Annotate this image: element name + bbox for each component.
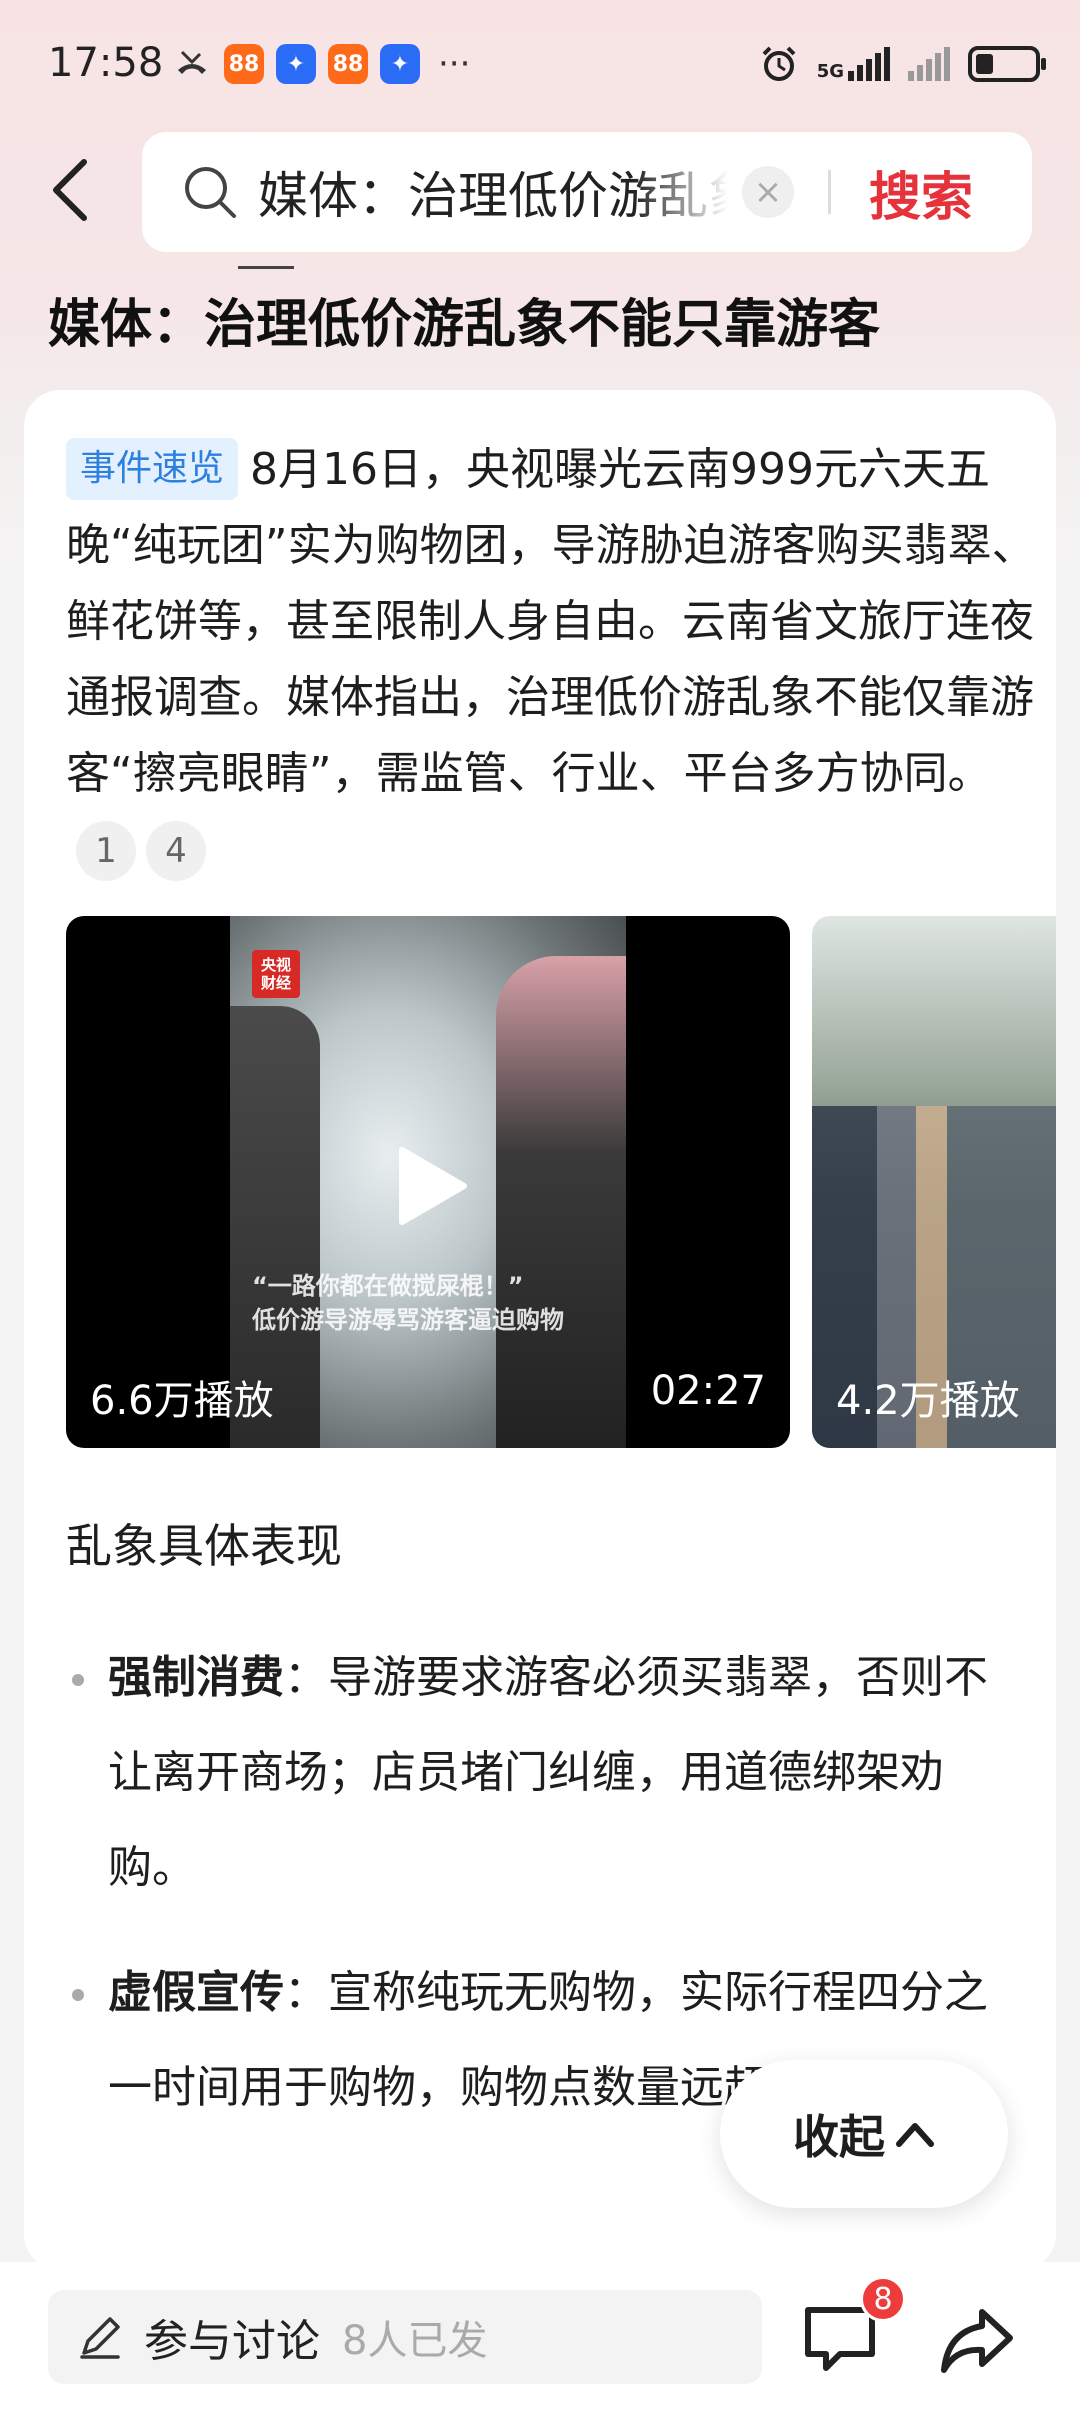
signal-secondary-icon (908, 47, 950, 81)
bottom-bar: 参与讨论 8人已发 8 (0, 2262, 1080, 2412)
page-title: 媒体：治理低价游乱象不能只靠游客 (48, 295, 881, 355)
cctv-finance-logo: 央视 财经 (252, 950, 300, 998)
network-type: 5G (816, 61, 844, 82)
status-time: 17:58 (48, 40, 164, 86)
discussion-count: 8人已发 (342, 2318, 488, 2364)
section-heading: 乱象具体表现 (66, 1519, 342, 1573)
collapse-button[interactable]: 收起 (720, 2060, 1008, 2208)
signal-icon (848, 47, 890, 81)
app-notification-icon: 88 (224, 44, 264, 84)
app-notification-icon: ✦ (380, 44, 420, 84)
comment-count-badge: 8 (860, 2276, 906, 2322)
list-item-sep: ： (284, 1652, 328, 1703)
bullet-dot (72, 1989, 84, 2001)
discussion-label: 参与讨论 (144, 2316, 320, 2367)
search-button[interactable]: 搜索 (869, 155, 973, 230)
divider (828, 170, 831, 214)
search-bar[interactable]: 媒体：治理低价游乱象不能只靠游客 × 搜索 (142, 132, 1032, 252)
back-arrow-icon (53, 159, 87, 221)
video-views: 6.6万播放 (90, 1378, 274, 1424)
back-button[interactable] (40, 150, 100, 230)
chevron-up-icon (896, 2123, 934, 2147)
video-card[interactable]: 4.2万播放 (812, 916, 1056, 1448)
pen-icon (80, 2317, 120, 2359)
app-notification-icon: ✦ (276, 44, 316, 84)
clear-search-button[interactable]: × (742, 166, 794, 218)
missed-call-icon (178, 50, 206, 74)
content-card: 事件速览 8月16日，央视曝光云南999元六天五晚“纯玩团”实为购物团，导游胁迫游… (24, 390, 1056, 2270)
list-item-sep: ： (284, 1967, 328, 2018)
thumbnail-figure (496, 956, 626, 1448)
reference-link[interactable]: 4 (146, 821, 206, 881)
list-item: 强制消费：导游要求游客必须买翡翠，否则不让离开商场；店员堵门纠缠，用道德绑架劝购… (66, 1630, 1026, 1915)
status-bar: 17:58 88 ✦ 88 ✦ ··· 5G (0, 0, 1080, 130)
video-subtitle: 低价游导游辱骂游客逼迫购物 (252, 1306, 564, 1334)
collapse-label: 收起 (793, 2110, 885, 2164)
bullet-dot (72, 1674, 84, 1686)
search-icon (185, 167, 236, 218)
list-item-title: 虚假宣传 (108, 1967, 284, 2018)
video-subtitle: “一路你都在做搅屎棍！” (252, 1272, 524, 1300)
video-card[interactable]: 央视 财经 “一路你都在做搅屎棍！” 低价游导游辱骂游客逼迫购物 6.6万播放 0… (66, 916, 790, 1448)
search-input[interactable]: 媒体：治理低价游乱象不能只靠游客 (258, 156, 728, 228)
video-views: 4.2万播放 (836, 1378, 1020, 1424)
event-summary: 事件速览 8月16日，央视曝光云南999元六天五晚“纯玩团”实为购物团，导游胁迫游… (66, 432, 1041, 888)
share-icon[interactable] (938, 2304, 1014, 2380)
event-summary-tag[interactable]: 事件速览 (66, 438, 239, 500)
reference-link[interactable]: 1 (76, 821, 136, 881)
play-icon[interactable] (396, 1146, 468, 1226)
alarm-icon (762, 46, 796, 81)
notification-icons: 88 ✦ 88 ✦ ··· (172, 44, 470, 84)
tab-indicator (238, 266, 294, 269)
video-carousel[interactable]: 央视 财经 “一路你都在做搅屎棍！” 低价游导游辱骂游客逼迫购物 6.6万播放 0… (66, 916, 1056, 1448)
video-duration: 02:27 (650, 1368, 766, 1414)
status-right: 5G (759, 44, 1046, 84)
join-discussion-input[interactable]: 参与讨论 8人已发 (48, 2290, 762, 2384)
battery-icon (968, 46, 1046, 82)
app-notification-icon: 88 (328, 44, 368, 84)
close-icon: × (753, 172, 783, 212)
list-item-title: 强制消费 (108, 1652, 284, 1703)
more-notifications-icon: ··· (438, 44, 471, 84)
